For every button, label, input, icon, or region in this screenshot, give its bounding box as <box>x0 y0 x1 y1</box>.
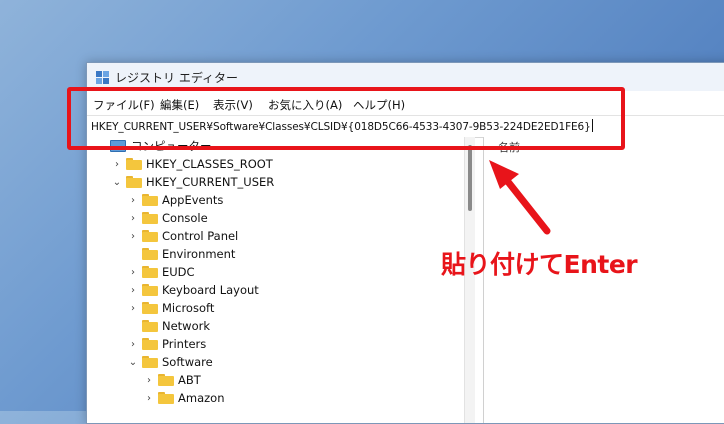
folder-icon <box>142 320 158 332</box>
title-bar: レジストリ エディター <box>87 63 724 91</box>
tree-item-network[interactable]: Network <box>127 317 210 335</box>
folder-icon <box>142 302 158 314</box>
tree-item-label: Keyboard Layout <box>162 283 259 297</box>
folder-icon <box>142 266 158 278</box>
tree-item-label: EUDC <box>162 265 195 279</box>
tree-item-amazon[interactable]: › Amazon <box>143 389 224 407</box>
chevron-right-icon[interactable]: › <box>127 299 139 317</box>
chevron-right-icon[interactable]: › <box>143 389 155 407</box>
folder-icon <box>142 248 158 260</box>
tree-item-label: Environment <box>162 247 236 261</box>
address-input[interactable]: HKEY_CURRENT_USER¥Software¥Classes¥CLSID… <box>91 119 593 133</box>
menu-file[interactable]: ファイル(F) <box>93 97 155 113</box>
tree-item-hkey-classes-root[interactable]: › HKEY_CLASSES_ROOT <box>111 155 273 173</box>
tree-item-label: HKEY_CURRENT_USER <box>146 175 275 189</box>
tree-item-label: AppEvents <box>162 193 224 207</box>
menu-edit[interactable]: 編集(E) <box>160 97 199 113</box>
folder-icon <box>142 230 158 242</box>
chevron-right-icon[interactable]: › <box>111 155 123 173</box>
annotation-label: 貼り付けてEnter <box>441 250 638 279</box>
tree-item-control-panel[interactable]: › Control Panel <box>127 227 238 245</box>
folder-icon <box>158 392 174 404</box>
tree-item-hkey-current-user[interactable]: ⌄ HKEY_CURRENT_USER <box>111 173 274 191</box>
folder-icon <box>142 356 158 368</box>
tree-item-printers[interactable]: › Printers <box>127 335 206 353</box>
address-value: HKEY_CURRENT_USER¥Software¥Classes¥CLSID… <box>91 121 591 133</box>
chevron-right-icon[interactable]: › <box>143 371 155 389</box>
folder-icon <box>142 338 158 350</box>
chevron-down-icon[interactable]: ⌄ <box>111 173 123 191</box>
tree-item-microsoft[interactable]: › Microsoft <box>127 299 214 317</box>
key-tree-pane[interactable]: コンピューター › HKEY_CLASSES_ROOT ⌄ HKEY_CURRE… <box>87 137 473 423</box>
chevron-right-icon[interactable]: › <box>127 209 139 227</box>
chevron-right-icon[interactable]: › <box>127 191 139 209</box>
tree-item-console[interactable]: › Console <box>127 209 208 227</box>
address-bar[interactable]: HKEY_CURRENT_USER¥Software¥Classes¥CLSID… <box>87 115 724 138</box>
folder-icon <box>126 158 142 170</box>
tree-item-label: Control Panel <box>162 229 239 243</box>
registry-editor-icon <box>96 71 109 84</box>
tree-item-appevents[interactable]: › AppEvents <box>127 191 223 209</box>
tree-item-label: Microsoft <box>162 301 215 315</box>
menu-favorites[interactable]: お気に入り(A) <box>268 97 342 113</box>
tree-item-environment[interactable]: Environment <box>127 245 235 263</box>
folder-icon <box>142 194 158 206</box>
tree-item-label: Network <box>162 319 211 333</box>
chevron-right-icon[interactable]: › <box>127 281 139 299</box>
folder-icon <box>142 212 158 224</box>
chevron-down-icon[interactable]: ⌄ <box>127 353 139 371</box>
folder-icon <box>142 284 158 296</box>
chevron-right-icon[interactable]: › <box>127 227 139 245</box>
tree-item-label: ABT <box>178 373 201 387</box>
folder-icon <box>126 176 142 188</box>
tree-item-abt[interactable]: › ABT <box>143 371 201 389</box>
tree-item-label: Printers <box>162 337 207 351</box>
tree-root[interactable]: コンピューター <box>107 137 212 155</box>
tree-item-label: Console <box>162 211 208 225</box>
tree-item-label: Software <box>162 355 213 369</box>
tree-item-eudc[interactable]: › EUDC <box>127 263 195 281</box>
computer-icon <box>110 140 126 152</box>
tree-root-label: コンピューター <box>131 139 212 153</box>
tree-item-software[interactable]: ⌄ Software <box>127 353 213 371</box>
registry-editor-window: レジストリ エディター ファイル(F) 編集(E) 表示(V) お気に入り(A)… <box>86 62 724 424</box>
chevron-placeholder <box>127 245 139 263</box>
tree-item-keyboard-layout[interactable]: › Keyboard Layout <box>127 281 259 299</box>
menu-bar: ファイル(F) 編集(E) 表示(V) お気に入り(A) ヘルプ(H) <box>87 93 724 115</box>
column-header-name[interactable]: 名前 <box>498 139 520 155</box>
chevron-right-icon[interactable]: › <box>127 263 139 281</box>
scrollbar-thumb[interactable] <box>468 145 472 211</box>
folder-icon <box>158 374 174 386</box>
menu-view[interactable]: 表示(V) <box>213 97 253 113</box>
menu-help[interactable]: ヘルプ(H) <box>353 97 405 113</box>
tree-item-label: HKEY_CLASSES_ROOT <box>146 157 273 171</box>
chevron-right-icon[interactable]: › <box>127 335 139 353</box>
tree-item-label: Amazon <box>178 391 225 405</box>
chevron-placeholder <box>127 317 139 335</box>
text-caret <box>591 119 593 132</box>
window-title: レジストリ エディター <box>115 71 238 85</box>
